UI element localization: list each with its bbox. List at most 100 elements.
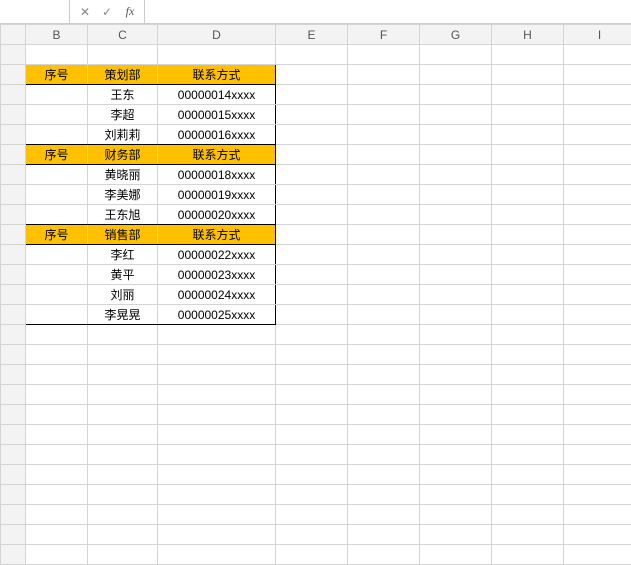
cell[interactable]	[564, 145, 631, 165]
cell[interactable]	[348, 125, 420, 145]
name-box[interactable]	[0, 0, 70, 23]
cell[interactable]	[564, 125, 631, 145]
cell-name[interactable]: 李红	[88, 245, 158, 265]
cell-contact[interactable]: 00000014xxxx	[158, 85, 276, 105]
cell[interactable]	[348, 85, 420, 105]
cell-seq[interactable]	[26, 185, 88, 205]
cancel-icon[interactable]: ✕	[74, 5, 96, 19]
cell[interactable]	[158, 485, 276, 505]
cell-name[interactable]: 刘丽	[88, 285, 158, 305]
cell[interactable]	[564, 245, 631, 265]
cell[interactable]	[492, 265, 564, 285]
col-header[interactable]: C	[88, 25, 158, 45]
cell[interactable]	[420, 525, 492, 545]
cell[interactable]	[564, 385, 631, 405]
cell[interactable]	[492, 285, 564, 305]
row-header[interactable]	[1, 145, 26, 165]
section-header-contact[interactable]: 联系方式	[158, 65, 276, 85]
confirm-icon[interactable]: ✓	[96, 5, 118, 19]
row-header[interactable]	[1, 385, 26, 405]
cell[interactable]	[276, 305, 348, 325]
cell[interactable]	[492, 325, 564, 345]
cell-contact[interactable]: 00000020xxxx	[158, 205, 276, 225]
col-header[interactable]: B	[26, 25, 88, 45]
cell-name[interactable]: 李晃晃	[88, 305, 158, 325]
col-header[interactable]: F	[348, 25, 420, 45]
cell[interactable]	[88, 525, 158, 545]
cell[interactable]	[564, 285, 631, 305]
cell[interactable]	[26, 485, 88, 505]
cell[interactable]	[276, 525, 348, 545]
cell[interactable]	[88, 445, 158, 465]
cell[interactable]	[564, 65, 631, 85]
cell[interactable]	[348, 485, 420, 505]
cell[interactable]	[26, 425, 88, 445]
cell[interactable]	[276, 325, 348, 345]
cell[interactable]	[564, 165, 631, 185]
cell[interactable]	[348, 365, 420, 385]
cell[interactable]	[420, 365, 492, 385]
cell-seq[interactable]	[26, 305, 88, 325]
cell[interactable]	[26, 365, 88, 385]
cell[interactable]	[276, 205, 348, 225]
cell-contact[interactable]: 00000016xxxx	[158, 125, 276, 145]
cell[interactable]	[492, 225, 564, 245]
cell[interactable]	[564, 365, 631, 385]
cell[interactable]	[348, 405, 420, 425]
cell[interactable]	[158, 365, 276, 385]
cell[interactable]	[420, 385, 492, 405]
cell[interactable]	[492, 445, 564, 465]
cell[interactable]	[348, 105, 420, 125]
cell[interactable]	[420, 505, 492, 525]
cell[interactable]	[492, 245, 564, 265]
row-header[interactable]	[1, 405, 26, 425]
cell[interactable]	[88, 425, 158, 445]
cell-seq[interactable]	[26, 205, 88, 225]
cell[interactable]	[492, 105, 564, 125]
formula-input[interactable]	[144, 0, 631, 23]
cell[interactable]	[88, 505, 158, 525]
cell[interactable]	[158, 385, 276, 405]
cell[interactable]	[420, 245, 492, 265]
col-header[interactable]: H	[492, 25, 564, 45]
row-header[interactable]	[1, 225, 26, 245]
cell[interactable]	[348, 165, 420, 185]
row-header[interactable]	[1, 85, 26, 105]
cell[interactable]	[276, 225, 348, 245]
cell[interactable]	[348, 265, 420, 285]
cell[interactable]	[276, 85, 348, 105]
cell-seq[interactable]	[26, 105, 88, 125]
cell[interactable]	[420, 265, 492, 285]
cell[interactable]	[564, 205, 631, 225]
cell[interactable]	[492, 125, 564, 145]
cell[interactable]	[276, 125, 348, 145]
cell[interactable]	[158, 505, 276, 525]
cell[interactable]	[88, 345, 158, 365]
cell[interactable]	[26, 445, 88, 465]
cell[interactable]	[276, 425, 348, 445]
section-header-dept[interactable]: 销售部	[88, 225, 158, 245]
cell[interactable]	[348, 145, 420, 165]
cell[interactable]	[420, 325, 492, 345]
row-header[interactable]	[1, 525, 26, 545]
cell[interactable]	[276, 485, 348, 505]
cell[interactable]	[276, 345, 348, 365]
cell[interactable]	[564, 485, 631, 505]
cell[interactable]	[158, 405, 276, 425]
cell-seq[interactable]	[26, 85, 88, 105]
cell[interactable]	[420, 425, 492, 445]
cell[interactable]	[420, 105, 492, 125]
cell[interactable]	[348, 385, 420, 405]
cell[interactable]	[26, 525, 88, 545]
cell-name[interactable]: 王东旭	[88, 205, 158, 225]
cell[interactable]	[26, 465, 88, 485]
cell[interactable]	[564, 105, 631, 125]
cell[interactable]	[348, 525, 420, 545]
cell[interactable]	[492, 525, 564, 545]
cell[interactable]	[564, 225, 631, 245]
cell[interactable]	[564, 425, 631, 445]
row-header[interactable]	[1, 485, 26, 505]
cell[interactable]	[564, 185, 631, 205]
section-header-seq[interactable]: 序号	[26, 225, 88, 245]
cell[interactable]	[88, 45, 158, 65]
